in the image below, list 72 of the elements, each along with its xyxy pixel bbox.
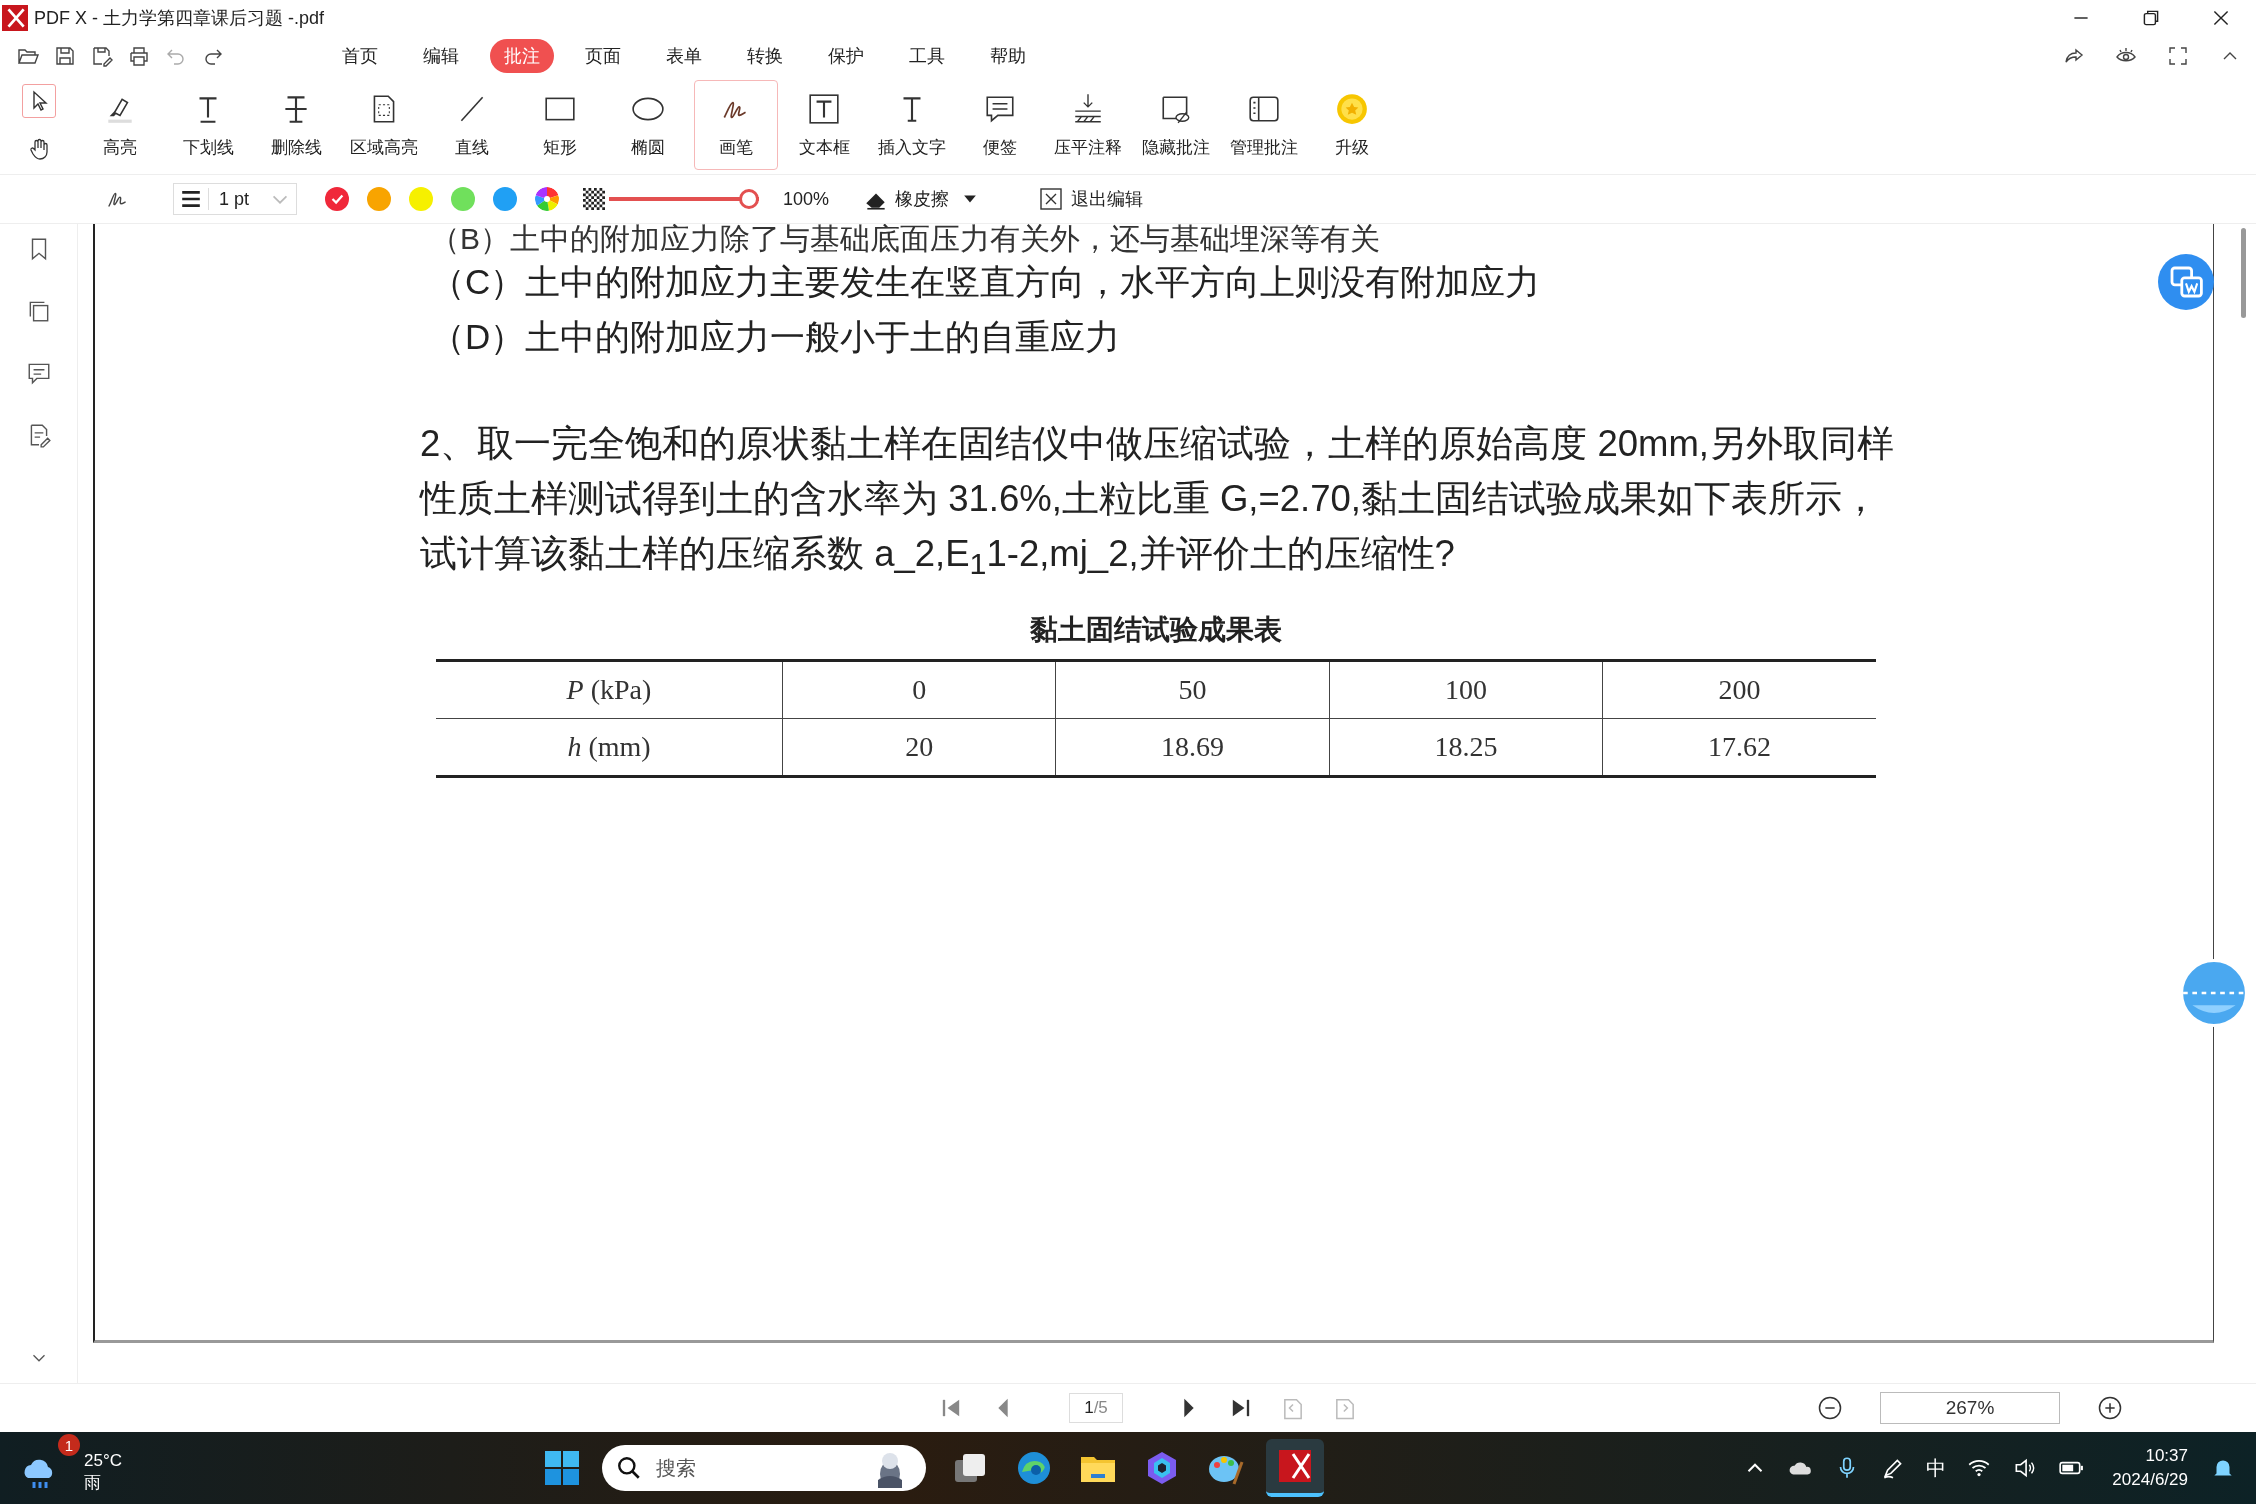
menu-tab[interactable]: 保护 — [814, 39, 878, 73]
clock-time[interactable]: 10:37 — [2145, 1444, 2188, 1468]
toolbar-button[interactable]: 矩形 — [518, 80, 602, 170]
toolbar-button[interactable]: 删除线 — [254, 80, 338, 170]
toolbar-button[interactable]: 管理批注 — [1222, 80, 1306, 170]
opacity-icon — [583, 188, 605, 210]
toolbar-button[interactable]: 文本框 — [782, 80, 866, 170]
answer-option: （B）土中的附加应力除了与基础底面压力有关外，还与基础埋深等有关 — [430, 224, 1380, 254]
menu-tab[interactable]: 转换 — [733, 39, 797, 73]
menu-tab[interactable]: 工具 — [895, 39, 959, 73]
coin-icon — [1335, 91, 1369, 126]
question-text: 2、取一完全饱和的原状黏土样在固结仪中做压缩试验，土样的原始高度 20mm,另外取同样性质土样测试得到土的含水率为 31.6%,土粒比重 G,=2.70,黏土固结试验成果如下表所示，试计算该黏土样的压缩系数 a_2,E$_{1}$1-2,mj_2,并评价土的压缩性? — [420, 422, 1895, 583]
table-cell: 17.62 — [1602, 718, 1876, 777]
color-swatch[interactable] — [493, 187, 517, 211]
exit-edit-button[interactable]: 退出编辑 — [1039, 187, 1144, 211]
fullscreen-icon[interactable] — [2166, 44, 2190, 68]
menu-tab[interactable]: 编辑 — [409, 39, 473, 73]
temperature-text: 25°C — [84, 1450, 122, 1472]
clock-date[interactable]: 2024/6/29 — [2112, 1468, 2188, 1492]
color-wheel-icon[interactable] — [535, 187, 559, 211]
table-cell: h (mm) — [436, 718, 783, 777]
hand-icon — [27, 137, 51, 161]
menu-tab[interactable]: 表单 — [652, 39, 716, 73]
page-number-field[interactable]: 1/5 — [1069, 1393, 1123, 1423]
menu-tab[interactable]: 帮助 — [976, 39, 1040, 73]
save-icon[interactable] — [53, 44, 77, 68]
table-title: 黏土固结试验成果表 — [1029, 613, 1283, 648]
toolbar-button[interactable]: 区域高亮 — [342, 80, 426, 170]
table-cell: 200 — [1602, 660, 1876, 719]
scrollbar[interactable] — [2241, 228, 2246, 318]
toolbar-button[interactable]: 椭圆 — [606, 80, 690, 170]
select-tool-button[interactable] — [22, 84, 56, 118]
toolbar-button[interactable]: 升级 — [1310, 80, 1394, 170]
color-swatch[interactable] — [409, 187, 433, 211]
line-width-dropdown[interactable]: 1 pt — [173, 183, 297, 215]
zoom-out-icon[interactable] — [1816, 1394, 1844, 1422]
toolbar-button[interactable]: 插入文字 — [870, 80, 954, 170]
toolbar-button[interactable]: 便签 — [958, 80, 1042, 170]
zoom-in-icon[interactable] — [2096, 1394, 2124, 1422]
input-method-indicator[interactable]: 中 — [1926, 1454, 1947, 1482]
toolbar-button[interactable]: 直线 — [430, 80, 514, 170]
menu-tab[interactable]: 页面 — [571, 39, 635, 73]
eraser-button[interactable]: 橡皮擦 — [863, 186, 978, 212]
translate-icon[interactable] — [2158, 254, 2214, 310]
close-box-icon — [1039, 187, 1064, 211]
toolbar-button[interactable]: 高亮 — [78, 80, 162, 170]
zoom-field[interactable]: 267% — [1880, 1392, 2060, 1424]
table-cell: P (kPa) — [436, 660, 783, 719]
color-swatch[interactable] — [451, 187, 475, 211]
opacity-value: 100% — [783, 188, 830, 210]
color-swatch[interactable] — [367, 187, 391, 211]
color-swatch[interactable] — [325, 187, 349, 211]
menu-tab[interactable]: 批注 — [490, 39, 554, 73]
menu-tab[interactable]: 首页 — [328, 39, 392, 73]
answer-option: （D）土中的附加应力一般小于土的自重应力 — [430, 309, 1121, 364]
pdf-app-taskbar-button[interactable] — [1266, 1439, 1325, 1497]
toolbar-button[interactable]: 压平注释 — [1046, 80, 1130, 170]
window-title: PDF X - 土力学第四章课后习题 -.pdf — [34, 7, 325, 30]
chevron-down-icon — [272, 194, 288, 204]
toolbar-button[interactable]: 画笔 — [694, 80, 778, 170]
notification-badge: 1 — [58, 1434, 80, 1456]
toolbar-button[interactable]: 下划线 — [166, 80, 250, 170]
taskbar-search-field[interactable]: 搜索 — [602, 1445, 927, 1491]
toolbar-button[interactable]: 隐藏批注 — [1134, 80, 1218, 170]
table-cell: 0 — [782, 660, 1056, 719]
table-cell: 50 — [1055, 660, 1330, 719]
print-icon[interactable] — [127, 44, 151, 68]
table-cell: 100 — [1329, 660, 1603, 719]
answer-option: （C）土中的附加应力主要发生在竖直方向，水平方向上则没有附加应力 — [430, 254, 1541, 309]
save-as-icon[interactable] — [90, 44, 114, 68]
weather-condition: 雨 — [84, 1472, 102, 1494]
textbox-icon — [807, 91, 841, 126]
